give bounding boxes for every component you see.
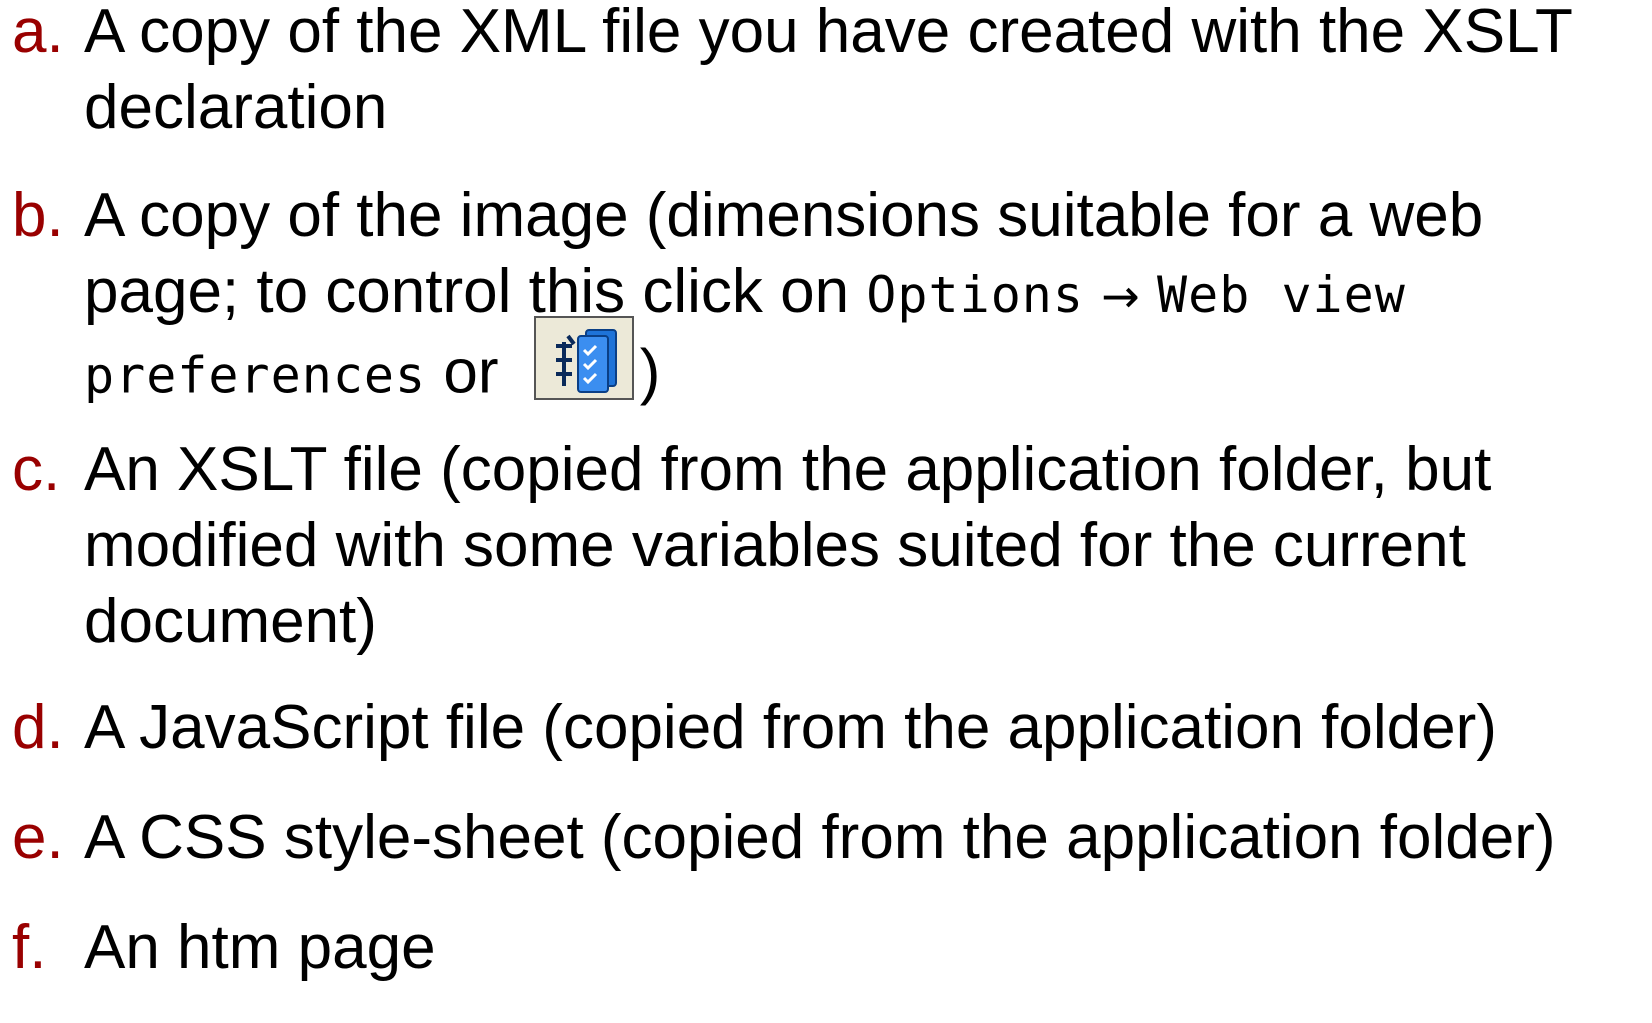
instruction-text: page; to control this click on: [84, 257, 867, 326]
list-item-line: A copy of the XML file you have created …: [84, 0, 1573, 66]
list-item-line: declaration: [84, 73, 388, 142]
closing-paren: ): [639, 337, 661, 407]
list-item-line: A JavaScript file (copied from the appli…: [84, 693, 1497, 762]
list-marker: b.: [12, 181, 64, 250]
list-item-line: document): [84, 587, 377, 656]
list-marker: d.: [12, 693, 64, 762]
list-item-text: An XSLT file (copied from the applicatio…: [84, 432, 1644, 660]
list-item-line: A copy of the image (dimensions suitable…: [84, 181, 1484, 250]
list-item-text: An htm page: [84, 910, 1644, 986]
list-marker: c.: [12, 435, 61, 504]
arrow-icon: →: [1101, 269, 1140, 323]
list-marker: f.: [12, 913, 47, 982]
web-view-preferences-button[interactable]: [533, 316, 634, 400]
or-text: or: [426, 337, 516, 407]
menu-web-view-label: Web view: [1157, 266, 1406, 324]
list-item-line: An htm page: [84, 913, 436, 982]
list-marker: e.: [12, 803, 64, 872]
menu-options-label: Options: [866, 266, 1085, 324]
list-item-text: A copy of the image (dimensions suitable…: [84, 178, 1644, 410]
list-item-line: An XSLT file (copied from the applicatio…: [84, 435, 1492, 504]
list-item-line: modified with some variables suited for …: [84, 511, 1466, 580]
list-item-text: A CSS style-sheet (copied from the appli…: [84, 800, 1644, 876]
list-item-text: A copy of the XML file you have created …: [84, 0, 1644, 146]
menu-preferences-label: preferences: [84, 346, 427, 405]
list-item-line: page; to control this click on Options →…: [84, 254, 1644, 334]
list-item-line: preferences or ): [84, 316, 1644, 410]
list-item-line: A CSS style-sheet (copied from the appli…: [84, 803, 1556, 872]
list-marker: a.: [12, 0, 64, 66]
list-item-text: A JavaScript file (copied from the appli…: [84, 690, 1644, 766]
